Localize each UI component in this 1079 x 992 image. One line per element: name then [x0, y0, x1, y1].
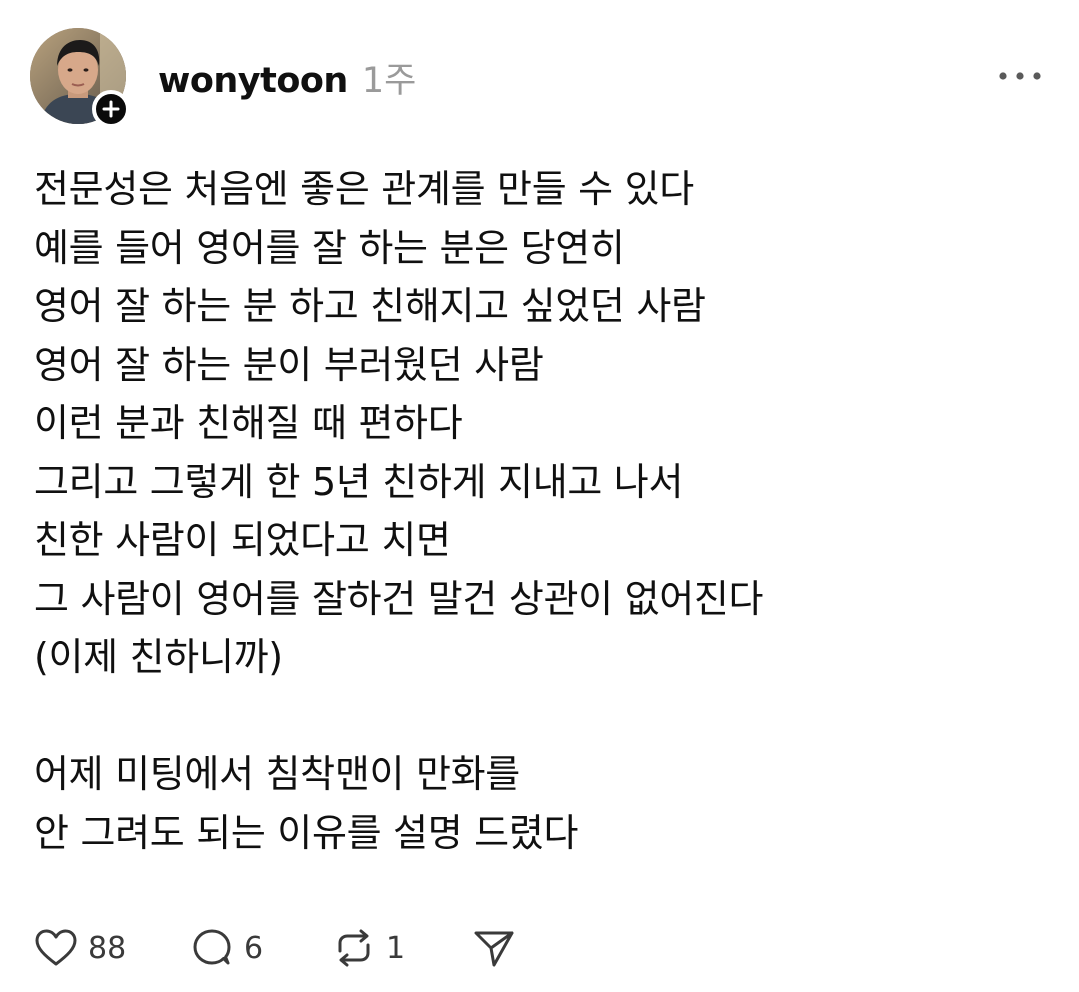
post-header: wonytoon 1주 [158, 52, 416, 102]
more-icon [999, 72, 1041, 80]
more-options-button[interactable] [990, 58, 1050, 94]
like-button[interactable]: 88 [34, 928, 190, 968]
action-bar: 88 6 1 [34, 922, 516, 974]
post-text-line: 그리고 그렇게 한 5년 친하게 지내고 나서 [34, 459, 684, 504]
post-text-line: 그 사람이 영어를 잘하건 말건 상관이 없어진다 [34, 576, 764, 621]
post-text-line: (이제 친하니까) [34, 635, 283, 679]
post-text-line: 영어 잘 하는 분 하고 친해지고 싶었던 사람 [34, 284, 706, 328]
comment-icon [193, 929, 231, 965]
follow-button[interactable] [92, 90, 130, 128]
username[interactable]: wonytoon [158, 61, 348, 101]
post-text-line: 전문성은 처음엔 좋은 관계를 만들 수 있다 [34, 167, 694, 211]
repost-icon [338, 929, 370, 967]
repost-button[interactable]: 1 [332, 927, 472, 969]
author-avatar-wrap[interactable] [30, 28, 130, 128]
repost-count: 1 [386, 930, 406, 966]
post-text-line-blank [34, 687, 1054, 746]
post-text-line: 예를 들어 영어를 잘 하는 분은 당연히 [34, 225, 625, 270]
plus-icon [102, 100, 120, 118]
post-text-line: 영어 잘 하는 분이 부러웠던 사람 [34, 342, 544, 387]
share-button[interactable] [472, 927, 516, 969]
comment-button[interactable]: 6 [190, 927, 332, 969]
timestamp[interactable]: 1주 [362, 52, 416, 103]
post-text-line: 어제 미팅에서 침착맨이 만화를 [34, 752, 520, 796]
post-text-line: 안 그려도 되는 이유를 설명 드렸다 [34, 810, 579, 855]
send-icon [474, 931, 514, 967]
post-text-line: 친한 사람이 되었다고 치면 [34, 518, 451, 562]
comment-count: 6 [244, 930, 264, 966]
post-text-line: 이런 분과 친해질 때 편하다 [34, 401, 463, 445]
heart-icon [35, 929, 77, 966]
post-body: 전문성은 처음엔 좋은 관계를 만들 수 있다 예를 들어 영어를 잘 하는 분… [34, 160, 1054, 862]
like-count: 88 [88, 930, 127, 966]
